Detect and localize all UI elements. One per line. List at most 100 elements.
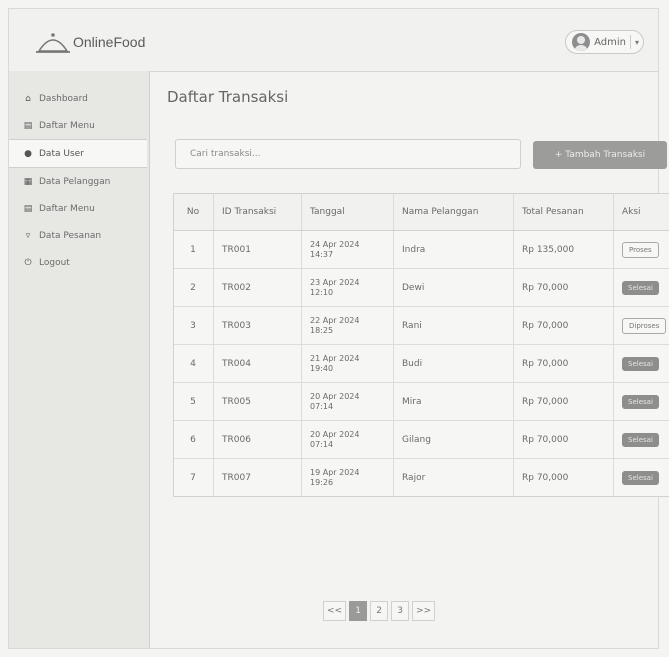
table-row: 3 TR003 22 Apr 2024 18:25 Rani Rp 70,000 Dipro… — [174, 306, 669, 345]
action-cell: Proses — [613, 230, 669, 269]
date-text: 22 Apr 2024 — [310, 315, 360, 325]
sidebar-item-data-pesanan[interactable]: ▿ Data Pesanan — [9, 222, 149, 249]
chevron-down-icon[interactable]: ▾ — [635, 38, 639, 47]
table-row: 2 TR002 23 Apr 2024 12:10 Dewi Rp 70,000 Seles… — [174, 268, 669, 307]
time-text: 07:14 — [310, 401, 334, 411]
transaction-date: 22 Apr 2024 18:25 — [301, 306, 394, 345]
status-badge[interactable]: Selesai — [622, 432, 659, 447]
sidebar-item-label: Daftar Menu — [39, 203, 95, 214]
sidebar-item-daftar-menu-2[interactable]: ▤ Daftar Menu — [9, 195, 149, 222]
sidebar-item-label: Daftar Menu — [39, 120, 95, 131]
add-transaction-button[interactable]: + Tambah Transaksi — [533, 141, 667, 169]
customer-name: Gilang — [393, 420, 514, 459]
transactions-table: No ID Transaksi Tanggal Nama Pelanggan T… — [173, 193, 669, 497]
table-row: 1 TR001 24 Apr 2024 14:37 Indra Rp 135,000 Pro… — [174, 230, 669, 269]
row-number: 4 — [174, 344, 214, 383]
pagination: << 1 2 3 >> — [323, 601, 436, 621]
menu-icon: ▤ — [23, 203, 33, 214]
customer-name: Budi — [393, 344, 514, 383]
menu-icon: ▤ — [23, 120, 33, 131]
order-total: Rp 70,000 — [513, 344, 614, 383]
table-row: 7 TR007 19 Apr 2024 19:26 Rajor Rp 70,000 Sele… — [174, 458, 669, 497]
transaction-id: TR001 — [213, 230, 302, 269]
transaction-date: 20 Apr 2024 07:14 — [301, 382, 394, 421]
user-menu[interactable]: Admin ▾ — [565, 30, 644, 54]
transaction-id: TR006 — [213, 420, 302, 459]
action-cell: Selesai — [613, 420, 669, 459]
top-bar: OnlineFood Admin ▾ — [9, 9, 658, 72]
sidebar-item-label: Logout — [39, 257, 70, 268]
action-cell: Selesai — [614, 459, 669, 497]
transaction-date: 21 Apr 2024 19:40 — [301, 344, 394, 383]
sidebar-item-logout[interactable]: ⏻ Logout — [9, 249, 149, 276]
customer-name: Mira — [393, 382, 514, 421]
page-button[interactable]: 3 — [391, 601, 410, 621]
action-cell: Selesai — [613, 382, 669, 421]
sidebar-item-data-pelanggan[interactable]: ▦ Data Pelanggan — [9, 168, 149, 195]
date-text: 23 Apr 2024 — [310, 277, 360, 287]
customer-name: Rajor — [393, 458, 514, 496]
transaction-id: TR004 — [213, 344, 302, 383]
sidebar-item-label: Dashboard — [39, 93, 88, 104]
customer-name: Dewi — [393, 268, 514, 307]
next-page-button[interactable]: >> — [412, 601, 436, 621]
logo[interactable]: OnlineFood — [35, 27, 145, 57]
table-row: 6 TR006 20 Apr 2024 07:14 Gilang Rp 70,000 Sel… — [174, 420, 669, 459]
sidebar-item-dashboard[interactable]: ⌂ Dashboard — [9, 85, 149, 112]
action-cell: Selesai — [613, 268, 669, 307]
status-badge[interactable]: Diproses — [622, 317, 667, 334]
transaction-date: 20 Apr 2024 07:14 — [301, 420, 394, 459]
avatar-icon — [572, 33, 591, 51]
status-badge[interactable]: Selesai — [622, 394, 659, 409]
page-button[interactable]: 2 — [370, 601, 389, 621]
status-badge[interactable]: Proses — [622, 241, 659, 258]
date-text: 19 Apr 2024 — [310, 467, 360, 477]
transaction-id: TR005 — [213, 382, 302, 421]
time-text: 14:37 — [310, 249, 334, 259]
divider — [629, 35, 631, 49]
time-text: 07:14 — [310, 439, 334, 449]
user-name: Admin — [594, 36, 626, 48]
table-row: 4 TR004 21 Apr 2024 19:40 Budi Rp 70,000 Seles… — [174, 344, 669, 383]
status-badge[interactable]: Selesai — [622, 470, 659, 485]
customers-icon: ▦ — [23, 176, 33, 187]
app-name: OnlineFood — [73, 34, 146, 50]
action-cell: Diproses — [613, 306, 669, 345]
status-badge[interactable]: Selesai — [622, 280, 659, 295]
user-icon: ● — [24, 148, 32, 159]
time-text: 18:25 — [310, 325, 334, 335]
cart-icon: ▿ — [25, 230, 31, 241]
date-text: 20 Apr 2024 — [310, 429, 360, 439]
customer-name: Indra — [393, 230, 514, 269]
column-header: Nama Pelanggan — [393, 194, 514, 231]
table-header-row: No ID Transaksi Tanggal Nama Pelanggan T… — [174, 194, 669, 231]
date-text: 24 Apr 2024 — [310, 239, 360, 249]
page-button[interactable]: 1 — [349, 601, 368, 621]
home-icon: ⌂ — [25, 93, 31, 104]
page-title: Daftar Transaksi — [167, 88, 289, 106]
prev-page-button[interactable]: << — [323, 601, 347, 621]
transaction-date: 23 Apr 2024 12:10 — [301, 268, 394, 307]
sidebar-item-label: Data User — [39, 148, 84, 159]
search-input[interactable]: Cari transaksi... — [175, 139, 521, 169]
transaction-id: TR002 — [213, 268, 302, 307]
sidebar-item-label: Data Pesanan — [39, 230, 102, 241]
sidebar-item-data-user[interactable]: ● Data User — [9, 139, 147, 168]
order-total: Rp 70,000 — [513, 268, 614, 307]
row-number: 7 — [174, 458, 214, 496]
order-total: Rp 70,000 — [513, 382, 614, 421]
row-number: 1 — [174, 230, 214, 269]
status-badge[interactable]: Selesai — [622, 356, 659, 371]
table-row: 5 TR005 20 Apr 2024 07:14 Mira Rp 70,000 Seles… — [174, 382, 669, 421]
column-header: No — [174, 194, 214, 231]
row-number: 2 — [174, 268, 214, 307]
row-number: 5 — [174, 382, 214, 421]
customer-name: Rani — [393, 306, 514, 345]
order-total: Rp 70,000 — [513, 458, 614, 496]
row-number: 3 — [174, 306, 214, 345]
app-window: OnlineFood Admin ▾ ⌂ Dashboard ▤ Daftar … — [8, 8, 669, 649]
transaction-date: 19 Apr 2024 19:26 — [301, 458, 394, 496]
column-header: ID Transaksi — [213, 194, 302, 231]
order-total: Rp 70,000 — [513, 306, 614, 345]
sidebar-item-daftar-menu[interactable]: ▤ Daftar Menu — [9, 112, 149, 139]
